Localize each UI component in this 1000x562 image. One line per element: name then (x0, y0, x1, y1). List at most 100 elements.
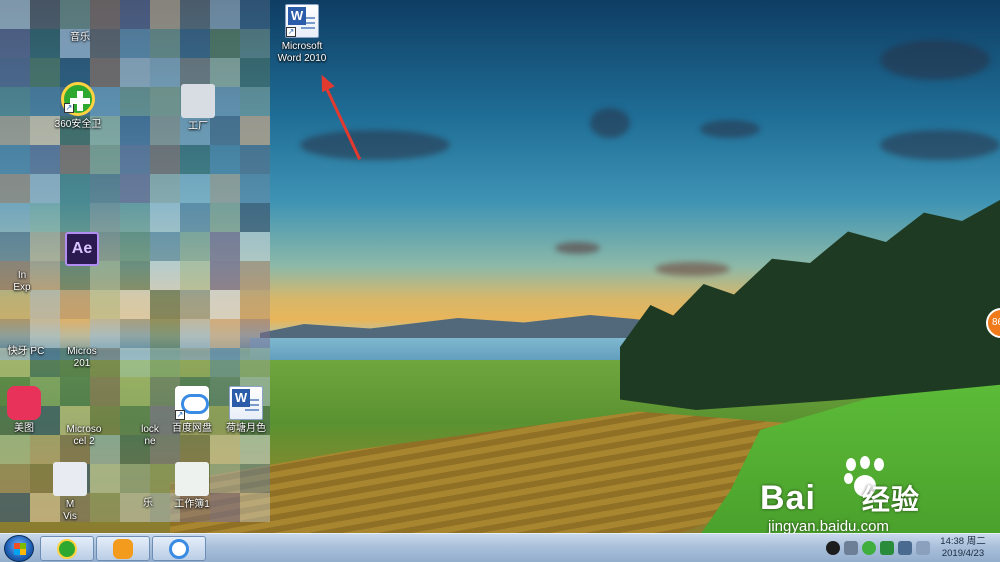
mosaic-tile (120, 319, 150, 348)
icon-label: 荷塘月色 (226, 423, 266, 434)
shield-icon[interactable] (880, 541, 894, 555)
taskbar: 14:38 周二 2019/4/23 (0, 533, 1000, 562)
icon-label-line1: M (65, 499, 75, 510)
desktop-icon-word-2010[interactable]: ↗ Microsoft Word 2010 (270, 4, 334, 65)
mosaic-tile (120, 145, 150, 174)
taskbar-button-browser[interactable] (96, 536, 150, 561)
desktop-icon-doc-moon[interactable]: 荷塘月色 (214, 386, 278, 435)
baidu-jingyan-watermark: Bai 经验 jingyan.baidu.com (760, 452, 1000, 535)
taskbar-clock[interactable]: 14:38 周二 2019/4/23 (932, 536, 994, 560)
mosaic-tile (240, 87, 270, 116)
mosaic-tile (120, 29, 150, 58)
mosaic-tile (30, 0, 60, 29)
word-document-icon: ↗ (285, 4, 319, 38)
icon-label-line2: Word 2010 (277, 53, 327, 64)
icon-label-line1: In (17, 270, 27, 281)
clock-date: 2019/4/23 (941, 548, 985, 559)
mosaic-tile (150, 0, 180, 29)
shortcut-arrow-icon: ↗ (175, 410, 185, 420)
mosaic-tile (120, 58, 150, 87)
cloud (700, 120, 760, 138)
badge-label: 86 (992, 317, 1000, 328)
mosaic-tile (0, 435, 30, 464)
mosaic-tile (60, 174, 90, 203)
mosaic-tile (90, 174, 120, 203)
after-effects-icon: Ae (65, 232, 99, 266)
mosaic-tile (240, 203, 270, 232)
volume-icon[interactable] (844, 541, 858, 555)
icon-label: 360安全卫 (54, 119, 102, 130)
clock-time: 14:38 周二 (940, 536, 986, 547)
icon-label-line1: Microso (66, 424, 102, 435)
desktop-icon-workbook[interactable]: 工作簿1 (160, 462, 224, 511)
netdisk-icon (169, 539, 189, 559)
mosaic-tile (210, 0, 240, 29)
cloud (655, 262, 730, 276)
mosaic-tile (150, 29, 180, 58)
mosaic-tile (150, 290, 180, 319)
desktop-icon-meitu[interactable]: 美图 (0, 386, 56, 435)
mosaic-tile (0, 116, 30, 145)
icon-label-line2: 201 (73, 358, 91, 369)
icon-label: 工厂 (188, 121, 208, 132)
mosaic-tile (30, 290, 60, 319)
mosaic-tile (150, 58, 180, 87)
watermark-brand-latin: Bai (760, 479, 816, 517)
mosaic-tile (90, 145, 120, 174)
desktop-icon-internet-explorer[interactable]: In Exp (0, 270, 54, 294)
mosaic-tile (0, 493, 30, 522)
shortcut-arrow-icon: ↗ (64, 103, 74, 113)
desktop-icon-excel[interactable]: Microso cel 2 (52, 424, 116, 448)
network-icon[interactable] (898, 541, 912, 555)
action-center-icon[interactable] (916, 541, 930, 555)
mosaic-tile (180, 174, 210, 203)
mosaic-tile (240, 261, 270, 290)
mosaic-tile (90, 377, 120, 406)
icon-label-line2: ne (144, 436, 156, 447)
taskbar-button-netdisk[interactable] (152, 536, 206, 561)
taskbar-button-360[interactable] (40, 536, 94, 561)
mosaic-tile (30, 174, 60, 203)
mosaic-tile (210, 203, 240, 232)
browser-icon (113, 539, 133, 559)
360-security-icon (57, 539, 77, 559)
shortcut-arrow-icon: ↗ (286, 27, 296, 37)
mosaic-tile (60, 203, 90, 232)
mosaic-tile (0, 203, 30, 232)
start-button[interactable] (4, 535, 34, 562)
mosaic-tile (60, 145, 90, 174)
mosaic-tile (0, 174, 30, 203)
mosaic-tile (0, 58, 30, 87)
baidu-netdisk-icon: ↗ (175, 386, 209, 420)
qq-icon[interactable] (826, 541, 840, 555)
mosaic-tile (120, 464, 150, 493)
mosaic-tile (60, 319, 90, 348)
mosaic-tile (210, 435, 240, 464)
desktop-icon-factory[interactable]: 工厂 (166, 84, 230, 133)
mosaic-tile (0, 29, 30, 58)
desktop-icon-360-security[interactable]: ↗ 360安全卫 (46, 82, 110, 131)
mosaic-tile (0, 145, 30, 174)
mosaic-tile (240, 232, 270, 261)
watermark-brand-cn: 经验 (861, 484, 920, 515)
mosaic-tile (60, 290, 90, 319)
factory-icon (181, 84, 215, 118)
mosaic-tile (120, 377, 150, 406)
mosaic-tile (90, 203, 120, 232)
mosaic-tile (120, 203, 150, 232)
mosaic-tile (0, 87, 30, 116)
desktop-icon-after-effects[interactable]: Ae (50, 232, 114, 269)
360-tray-icon[interactable] (862, 541, 876, 555)
mosaic-tile (240, 58, 270, 87)
mosaic-tile (60, 377, 90, 406)
mosaic-tile (120, 348, 150, 377)
desktop-icon-microsoft-201[interactable]: Micros 201 (50, 346, 114, 370)
desktop-icon-visio[interactable]: M Vis (38, 462, 102, 523)
icon-label-line2: Vis (63, 511, 77, 522)
mosaic-tile (150, 203, 180, 232)
icon-label-line2: cel 2 (73, 436, 95, 447)
desktop-icon-music[interactable]: 音乐 (48, 32, 112, 44)
mosaic-tile (30, 203, 60, 232)
mosaic-tile (210, 145, 240, 174)
system-tray (826, 541, 930, 557)
